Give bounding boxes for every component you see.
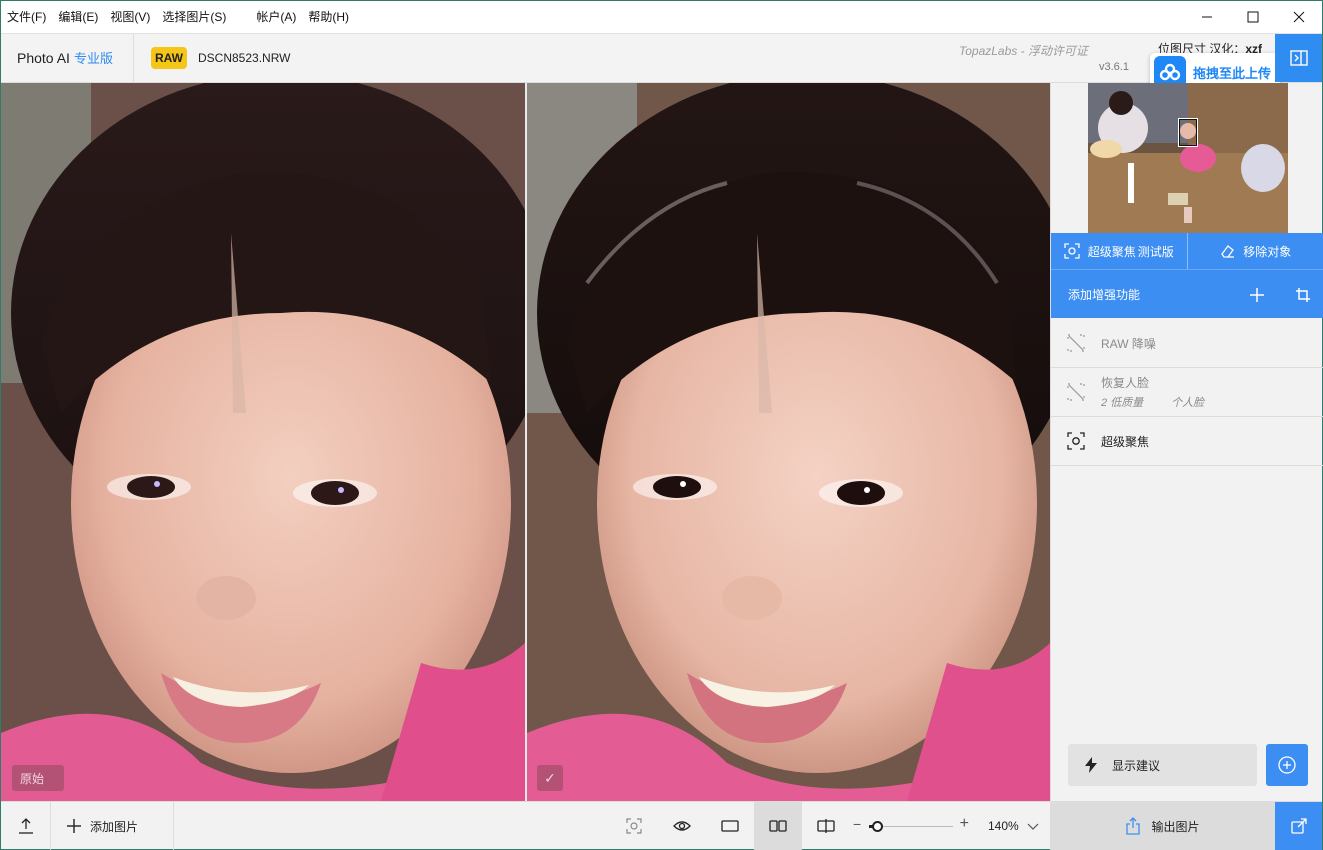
check-icon: ✓ — [544, 769, 556, 786]
eraser-icon — [1221, 245, 1235, 258]
app-brand: Photo AI 专业版 — [17, 34, 113, 83]
menu-bar: 文件(F) 编辑(E) 视图(V) 选择图片(S) 帐户(A) 帮助(H) — [1, 1, 1322, 33]
header-divider — [133, 34, 134, 82]
minimize-button[interactable] — [1184, 1, 1230, 33]
beta-tag: 测试版 — [1137, 244, 1174, 259]
zoom-value[interactable]: 140% — [988, 802, 1019, 850]
side-by-side-view-button[interactable] — [754, 802, 802, 850]
original-image-pane[interactable]: 原始 — [1, 83, 525, 801]
enhanced-check-badge: ✓ — [537, 765, 563, 791]
minimize-icon — [1202, 16, 1212, 18]
preview-focus-button[interactable] — [610, 802, 658, 850]
plus-icon — [67, 819, 81, 833]
close-button[interactable] — [1276, 1, 1322, 33]
crop-icon[interactable] — [1295, 287, 1311, 303]
menu-file[interactable]: 文件(F) — [1, 1, 52, 33]
add-image-button[interactable]: 添加图片 — [51, 802, 174, 850]
app-name: Photo AI — [17, 50, 70, 66]
feature-super-focus[interactable]: 超级聚焦 — [1051, 417, 1323, 466]
navigator-thumbnail[interactable] — [1088, 83, 1288, 233]
edition-label: 专业版 — [73, 51, 113, 66]
enhanced-photo — [527, 83, 1050, 801]
menu-edit[interactable]: 编辑(E) — [52, 1, 104, 33]
panel-toggle-button[interactable] — [1275, 34, 1322, 82]
face-count-text: 个人脸 — [1171, 397, 1205, 409]
face-quality-text: 2 低质量 — [1101, 397, 1144, 409]
export-image-button[interactable]: 输出图片 — [1050, 802, 1275, 850]
feature-face-recovery[interactable]: 恢复人脸 2 低质量 个人脸 — [1051, 368, 1323, 417]
feature-raw-denoise-label: RAW 降噪 — [1101, 336, 1156, 351]
maximize-icon — [1247, 11, 1259, 23]
remove-object-mode-button[interactable]: 移除对象 — [1186, 233, 1323, 269]
navigator-viewport[interactable] — [1178, 118, 1198, 147]
mode-bar: 超级聚焦 测试版 移除对象 — [1051, 233, 1323, 269]
file-type-badge: RAW — [151, 47, 187, 69]
split-view-button[interactable] — [802, 802, 850, 850]
original-label: 原始 — [12, 765, 65, 791]
version-label: v3.6.1 — [1099, 61, 1129, 73]
raw-denoise-disabled-icon — [1067, 334, 1085, 352]
menu-account[interactable]: 帐户(A) — [250, 1, 302, 33]
show-suggestions-button[interactable]: 显示建议 — [1068, 744, 1257, 786]
zoom-in-icon[interactable]: + — [960, 815, 969, 833]
quick-export-button[interactable] — [1275, 802, 1322, 850]
maximize-button[interactable] — [1230, 1, 1276, 33]
show-suggestions-label: 显示建议 — [1112, 758, 1161, 773]
split-view-icon — [817, 819, 835, 833]
lightning-icon — [1085, 757, 1097, 773]
super-focus-mode-button[interactable]: 超级聚焦 测试版 — [1051, 233, 1187, 269]
add-image-label: 添加图片 — [90, 819, 139, 834]
quick-export-icon — [1290, 818, 1307, 834]
side-by-side-icon — [769, 820, 787, 832]
menu-view[interactable]: 视图(V) — [104, 1, 156, 33]
share-icon — [1126, 817, 1141, 835]
single-view-button[interactable] — [706, 802, 754, 850]
face-recovery-disabled-icon — [1067, 383, 1085, 401]
file-name: DSCN8523.NRW — [198, 51, 291, 65]
add-enhancement-label: 添加增强功能 — [1068, 287, 1141, 302]
zoom-slider[interactable]: − + — [853, 802, 969, 850]
bottom-toolbar: 添加图片 − + 140% 输出图片 — [1, 801, 1322, 850]
export-image-label: 输出图片 — [1151, 819, 1200, 834]
feature-face-recovery-label: 恢复人脸 — [1101, 376, 1150, 390]
add-enhancement-plus-icon[interactable] — [1249, 287, 1265, 303]
menu-select-image[interactable]: 选择图片(S) — [156, 1, 232, 33]
eye-icon — [673, 821, 691, 831]
enhanced-image-pane[interactable]: ✓ — [527, 83, 1050, 801]
single-view-icon — [721, 820, 739, 832]
upload-icon — [18, 818, 33, 834]
focus-icon — [1067, 432, 1085, 450]
thumbnail-photo — [1088, 83, 1288, 233]
upload-badge-text: 拖拽至此上传 — [1193, 65, 1272, 81]
chevron-down-icon[interactable] — [1027, 820, 1039, 832]
close-icon — [1293, 11, 1305, 23]
feature-raw-denoise[interactable]: RAW 降噪 — [1051, 319, 1323, 368]
license-text: TopazLabs - 浮动许可证 — [959, 44, 1088, 58]
upload-button[interactable] — [1, 802, 51, 850]
plus-circle-icon — [1278, 756, 1296, 774]
right-panel: 超级聚焦 测试版 移除对象 添加增强功能 RAW 降噪 恢复人脸 2 低质量 个人脸… — [1050, 83, 1323, 801]
header-bar: Photo AI 专业版 RAW DSCN8523.NRW TopazLabs -… — [1, 33, 1322, 91]
window-controls — [1184, 1, 1322, 33]
original-photo — [1, 83, 525, 801]
focus-icon — [1064, 243, 1080, 259]
focus-frame-icon — [626, 818, 642, 834]
feature-super-focus-label: 超级聚焦 — [1101, 434, 1150, 449]
add-suggestion-button[interactable] — [1266, 744, 1308, 786]
panel-toggle-icon — [1289, 50, 1308, 66]
preview-toggle-button[interactable] — [658, 802, 706, 850]
zoom-out-icon[interactable]: − — [853, 816, 861, 832]
super-focus-mode-label: 超级聚焦 — [1087, 244, 1136, 259]
add-enhancement-bar: 添加增强功能 — [1051, 269, 1323, 318]
zoom-knob[interactable] — [872, 821, 884, 832]
menu-help[interactable]: 帮助(H) — [302, 1, 355, 33]
remove-object-mode-label: 移除对象 — [1243, 244, 1292, 259]
image-viewer[interactable]: 原始 ✓ — [1, 83, 1050, 801]
